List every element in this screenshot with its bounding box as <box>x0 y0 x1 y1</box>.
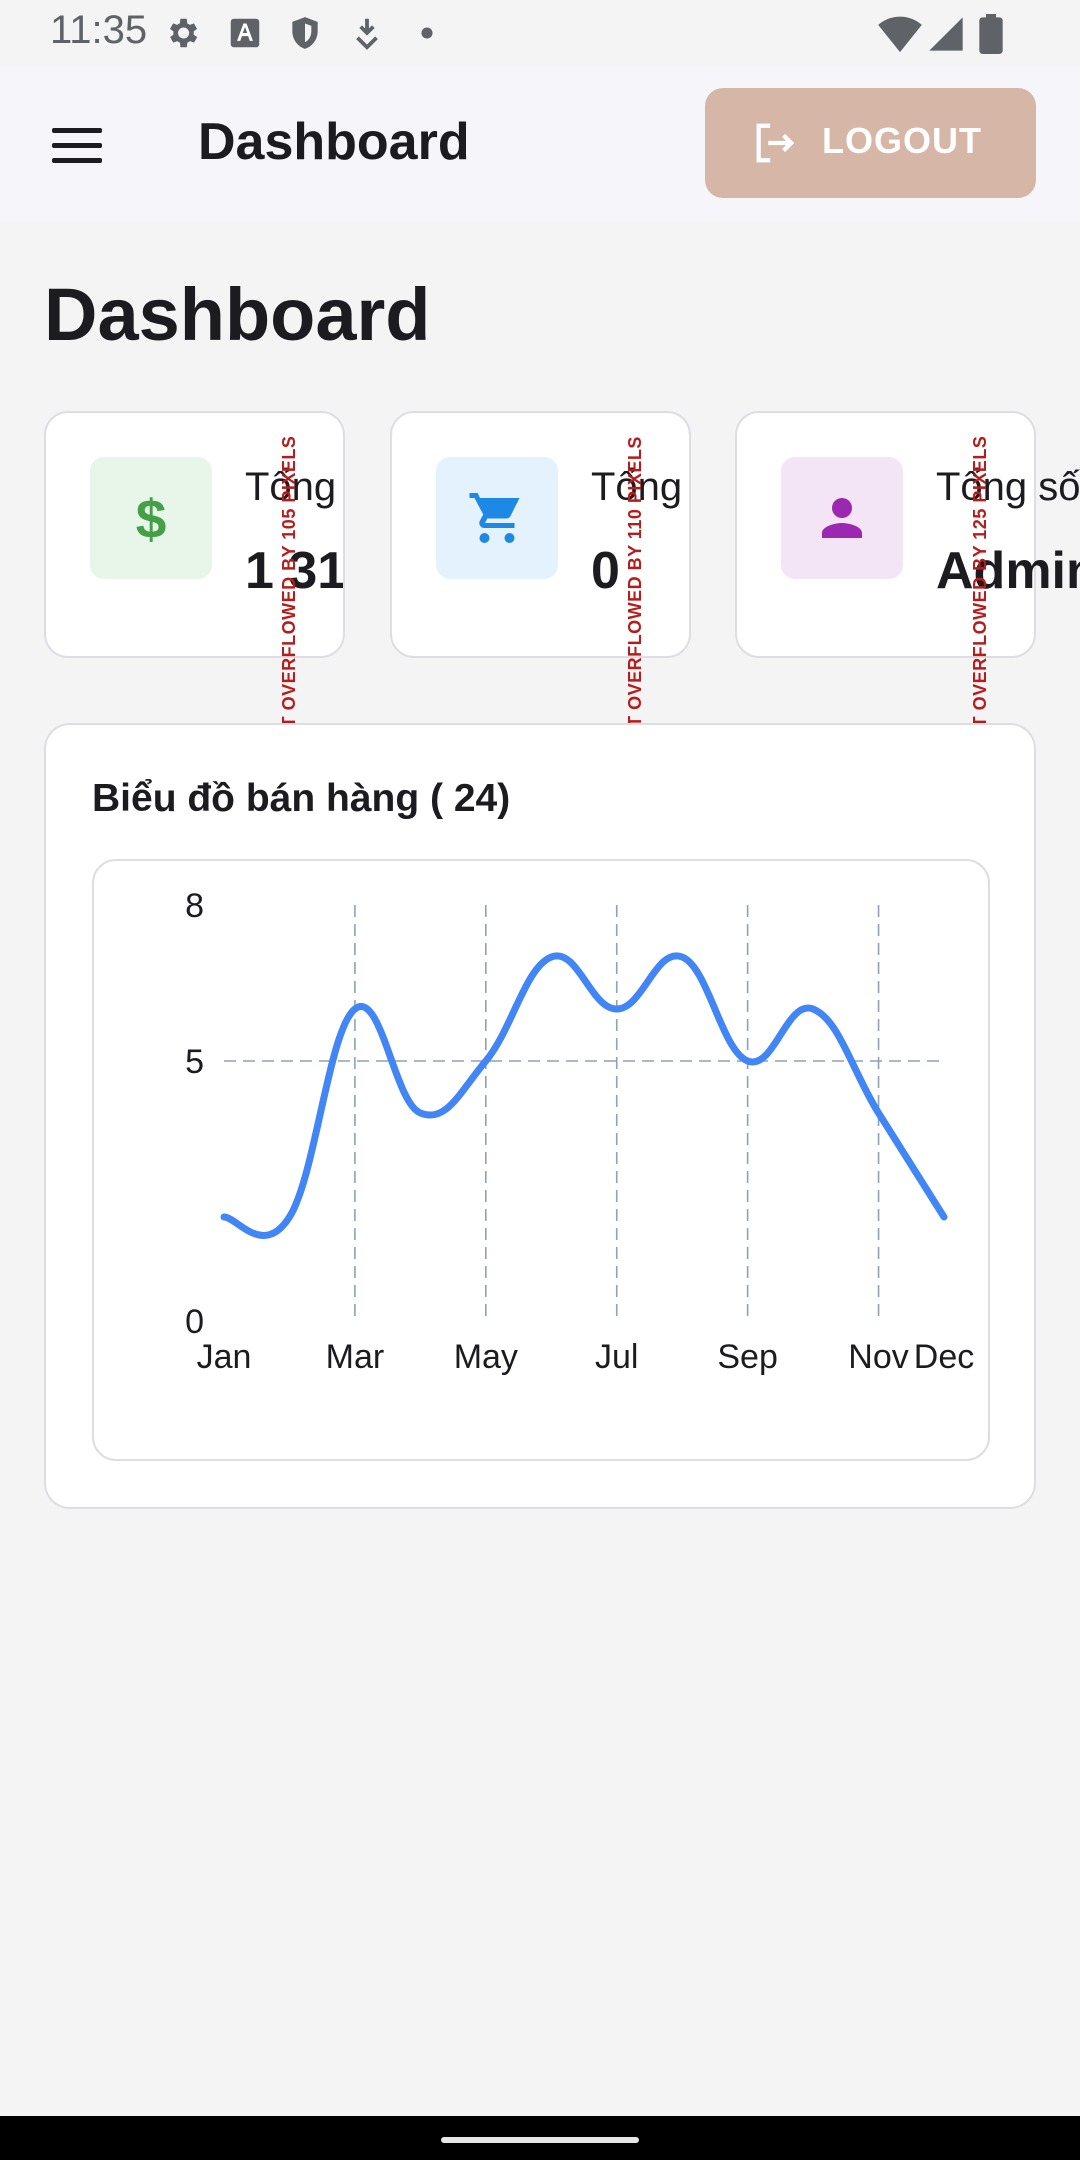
x-tick-label: Sep <box>717 1338 778 1376</box>
stat-card-orders: Tổng đơ 0 RIGHT OVERFLOWED BY 110 PIXELS <box>390 411 691 774</box>
x-tick-label: Dec <box>914 1338 974 1376</box>
shield-icon <box>292 17 318 49</box>
font-a-icon <box>230 18 260 48</box>
card-value: Admin <box>936 542 1080 600</box>
person-icon-box <box>781 457 903 579</box>
menu-icon-line <box>52 128 102 133</box>
home-indicator[interactable] <box>441 2137 639 2143</box>
status-bar: 11:35 <box>0 0 1080 66</box>
x-tick-label: Nov <box>848 1338 908 1376</box>
signal-icon <box>929 17 963 51</box>
sales-line-chart: 0 5 8 Jan Mar May Jul Sep Nov Dec <box>185 887 974 1376</box>
cart-icon-box <box>436 457 558 579</box>
card-value: 0 <box>591 542 620 600</box>
dot-icon <box>421 27 433 39</box>
download-icon <box>356 18 378 50</box>
wifi-icon <box>878 16 922 53</box>
menu-button[interactable] <box>38 116 114 176</box>
logout-label: LOGOUT <box>822 120 982 161</box>
y-tick-label: 0 <box>185 1303 204 1341</box>
svg-text:$: $ <box>136 488 167 548</box>
x-tick-label: Jul <box>595 1338 638 1376</box>
chart-frame: 0 5 8 Jan Mar May Jul Sep Nov Dec <box>92 859 990 1461</box>
card-label: Tổng số <box>936 465 1080 509</box>
menu-icon-line <box>52 158 102 163</box>
dollar-icon-box: $ <box>90 457 212 579</box>
series-line <box>220 952 948 1239</box>
dollar-icon: $ <box>136 488 167 548</box>
menu-icon-line <box>52 143 102 148</box>
settings-icon <box>169 18 198 48</box>
status-time: 11:35 <box>50 8 148 52</box>
y-tick-label: 5 <box>185 1043 204 1081</box>
page-title: Dashboard <box>44 273 431 356</box>
x-tick-label: Mar <box>326 1338 385 1376</box>
app-bar: Dashboard LOGOUT <box>0 66 1080 222</box>
person-icon <box>822 498 862 538</box>
y-tick-label: 8 <box>185 887 204 925</box>
stat-card-revenue: $ Tổng do 1 318 RIGHT OVERFLOWED BY 105 … <box>44 411 345 774</box>
chart-title: Biểu đồ bán hàng ( 24) <box>92 777 511 820</box>
x-tick-label: Jan <box>197 1338 252 1376</box>
x-tick-label: May <box>454 1338 518 1376</box>
sales-chart-card: Biểu đồ bán hàng ( 24) 0 5 8 Jan Mar May Jul Se… <box>44 723 1036 1509</box>
logout-button[interactable]: LOGOUT <box>705 88 1036 198</box>
logout-icon <box>756 123 795 163</box>
battery-icon <box>979 14 1003 54</box>
cart-icon <box>469 493 520 543</box>
app-bar-title: Dashboard <box>198 113 470 171</box>
stat-card-users: Tổng số Admin RIGHT OVERFLOWED BY 125 PI… <box>735 411 1080 774</box>
